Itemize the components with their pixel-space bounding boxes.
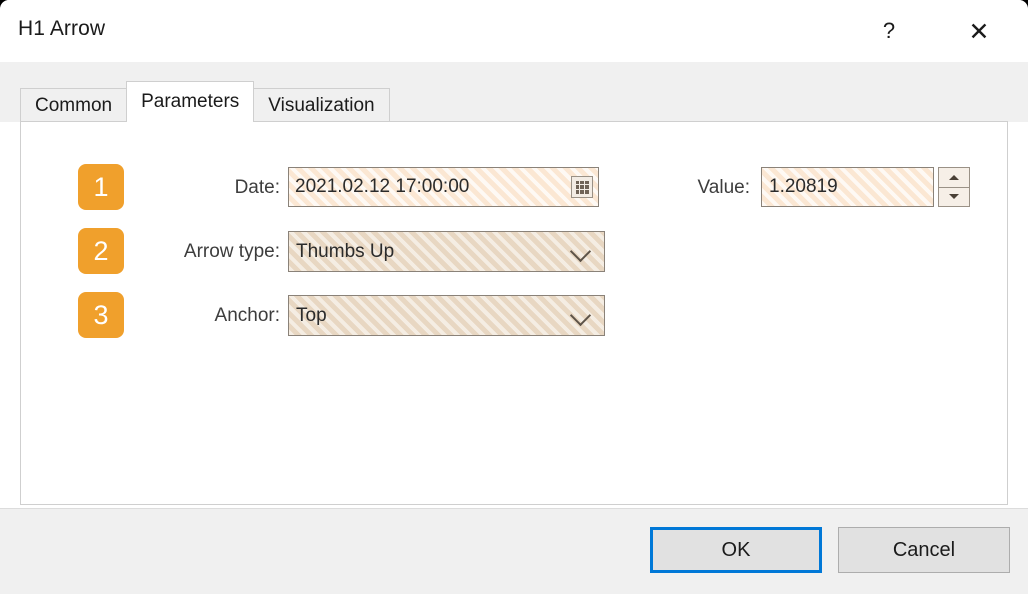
tab-visualization-label: Visualization: [268, 94, 375, 116]
value-input[interactable]: 1.20819: [761, 167, 934, 207]
step-badge-1: 1: [78, 164, 124, 210]
chevron-down-icon: [569, 240, 592, 262]
tab-common[interactable]: Common: [20, 88, 128, 122]
spin-down-icon[interactable]: [938, 187, 970, 207]
value-label: Value:: [697, 177, 750, 198]
triangle-down-glyph: [949, 194, 959, 200]
anchor-label: Anchor:: [214, 305, 280, 326]
value-input-value: 1.20819: [769, 176, 838, 197]
value-stepper[interactable]: [938, 167, 970, 207]
calendar-grid-glyph: [575, 180, 589, 194]
help-button[interactable]: ?: [858, 0, 920, 62]
cancel-button[interactable]: Cancel: [838, 527, 1010, 573]
tab-parameters-label: Parameters: [141, 91, 240, 112]
dialog-footer: OK Cancel: [0, 508, 1028, 594]
date-label: Date:: [234, 177, 280, 198]
ok-button[interactable]: OK: [650, 527, 822, 573]
cancel-button-label: Cancel: [892, 538, 956, 561]
title-bar: H1 Arrow ? ✕: [0, 0, 1028, 62]
close-button[interactable]: ✕: [948, 0, 1010, 62]
spin-up-icon[interactable]: [938, 167, 970, 188]
question-mark-icon: ?: [882, 18, 896, 43]
close-icon: ✕: [968, 16, 990, 46]
window-title: H1 Arrow: [18, 17, 106, 40]
arrow-type-select[interactable]: Thumbs Up: [288, 231, 605, 272]
tab-common-label: Common: [35, 94, 113, 116]
anchor-selected-value: Top: [296, 304, 327, 326]
dialog-window: H1 Arrow ? ✕ Common Parameters Visualiza…: [0, 0, 1028, 594]
tab-visualization[interactable]: Visualization: [253, 88, 390, 122]
tab-list: Common Parameters Visualization: [20, 81, 390, 122]
calendar-icon[interactable]: [571, 176, 593, 198]
step-badge-3: 3: [78, 292, 124, 338]
tab-strip: Common Parameters Visualization: [0, 62, 1028, 122]
date-input[interactable]: 2021.02.12 17:00:00: [288, 167, 599, 207]
arrow-type-label: Arrow type:: [183, 241, 280, 262]
chevron-down-icon: [569, 304, 592, 326]
tab-parameters[interactable]: Parameters: [126, 81, 255, 122]
triangle-up-glyph: [949, 174, 959, 180]
ok-button-label: OK: [721, 538, 751, 561]
step-badge-2: 2: [78, 228, 124, 274]
date-input-value: 2021.02.12 17:00:00: [295, 176, 470, 197]
anchor-select[interactable]: Top: [288, 295, 605, 336]
arrow-type-selected-value: Thumbs Up: [296, 240, 395, 262]
